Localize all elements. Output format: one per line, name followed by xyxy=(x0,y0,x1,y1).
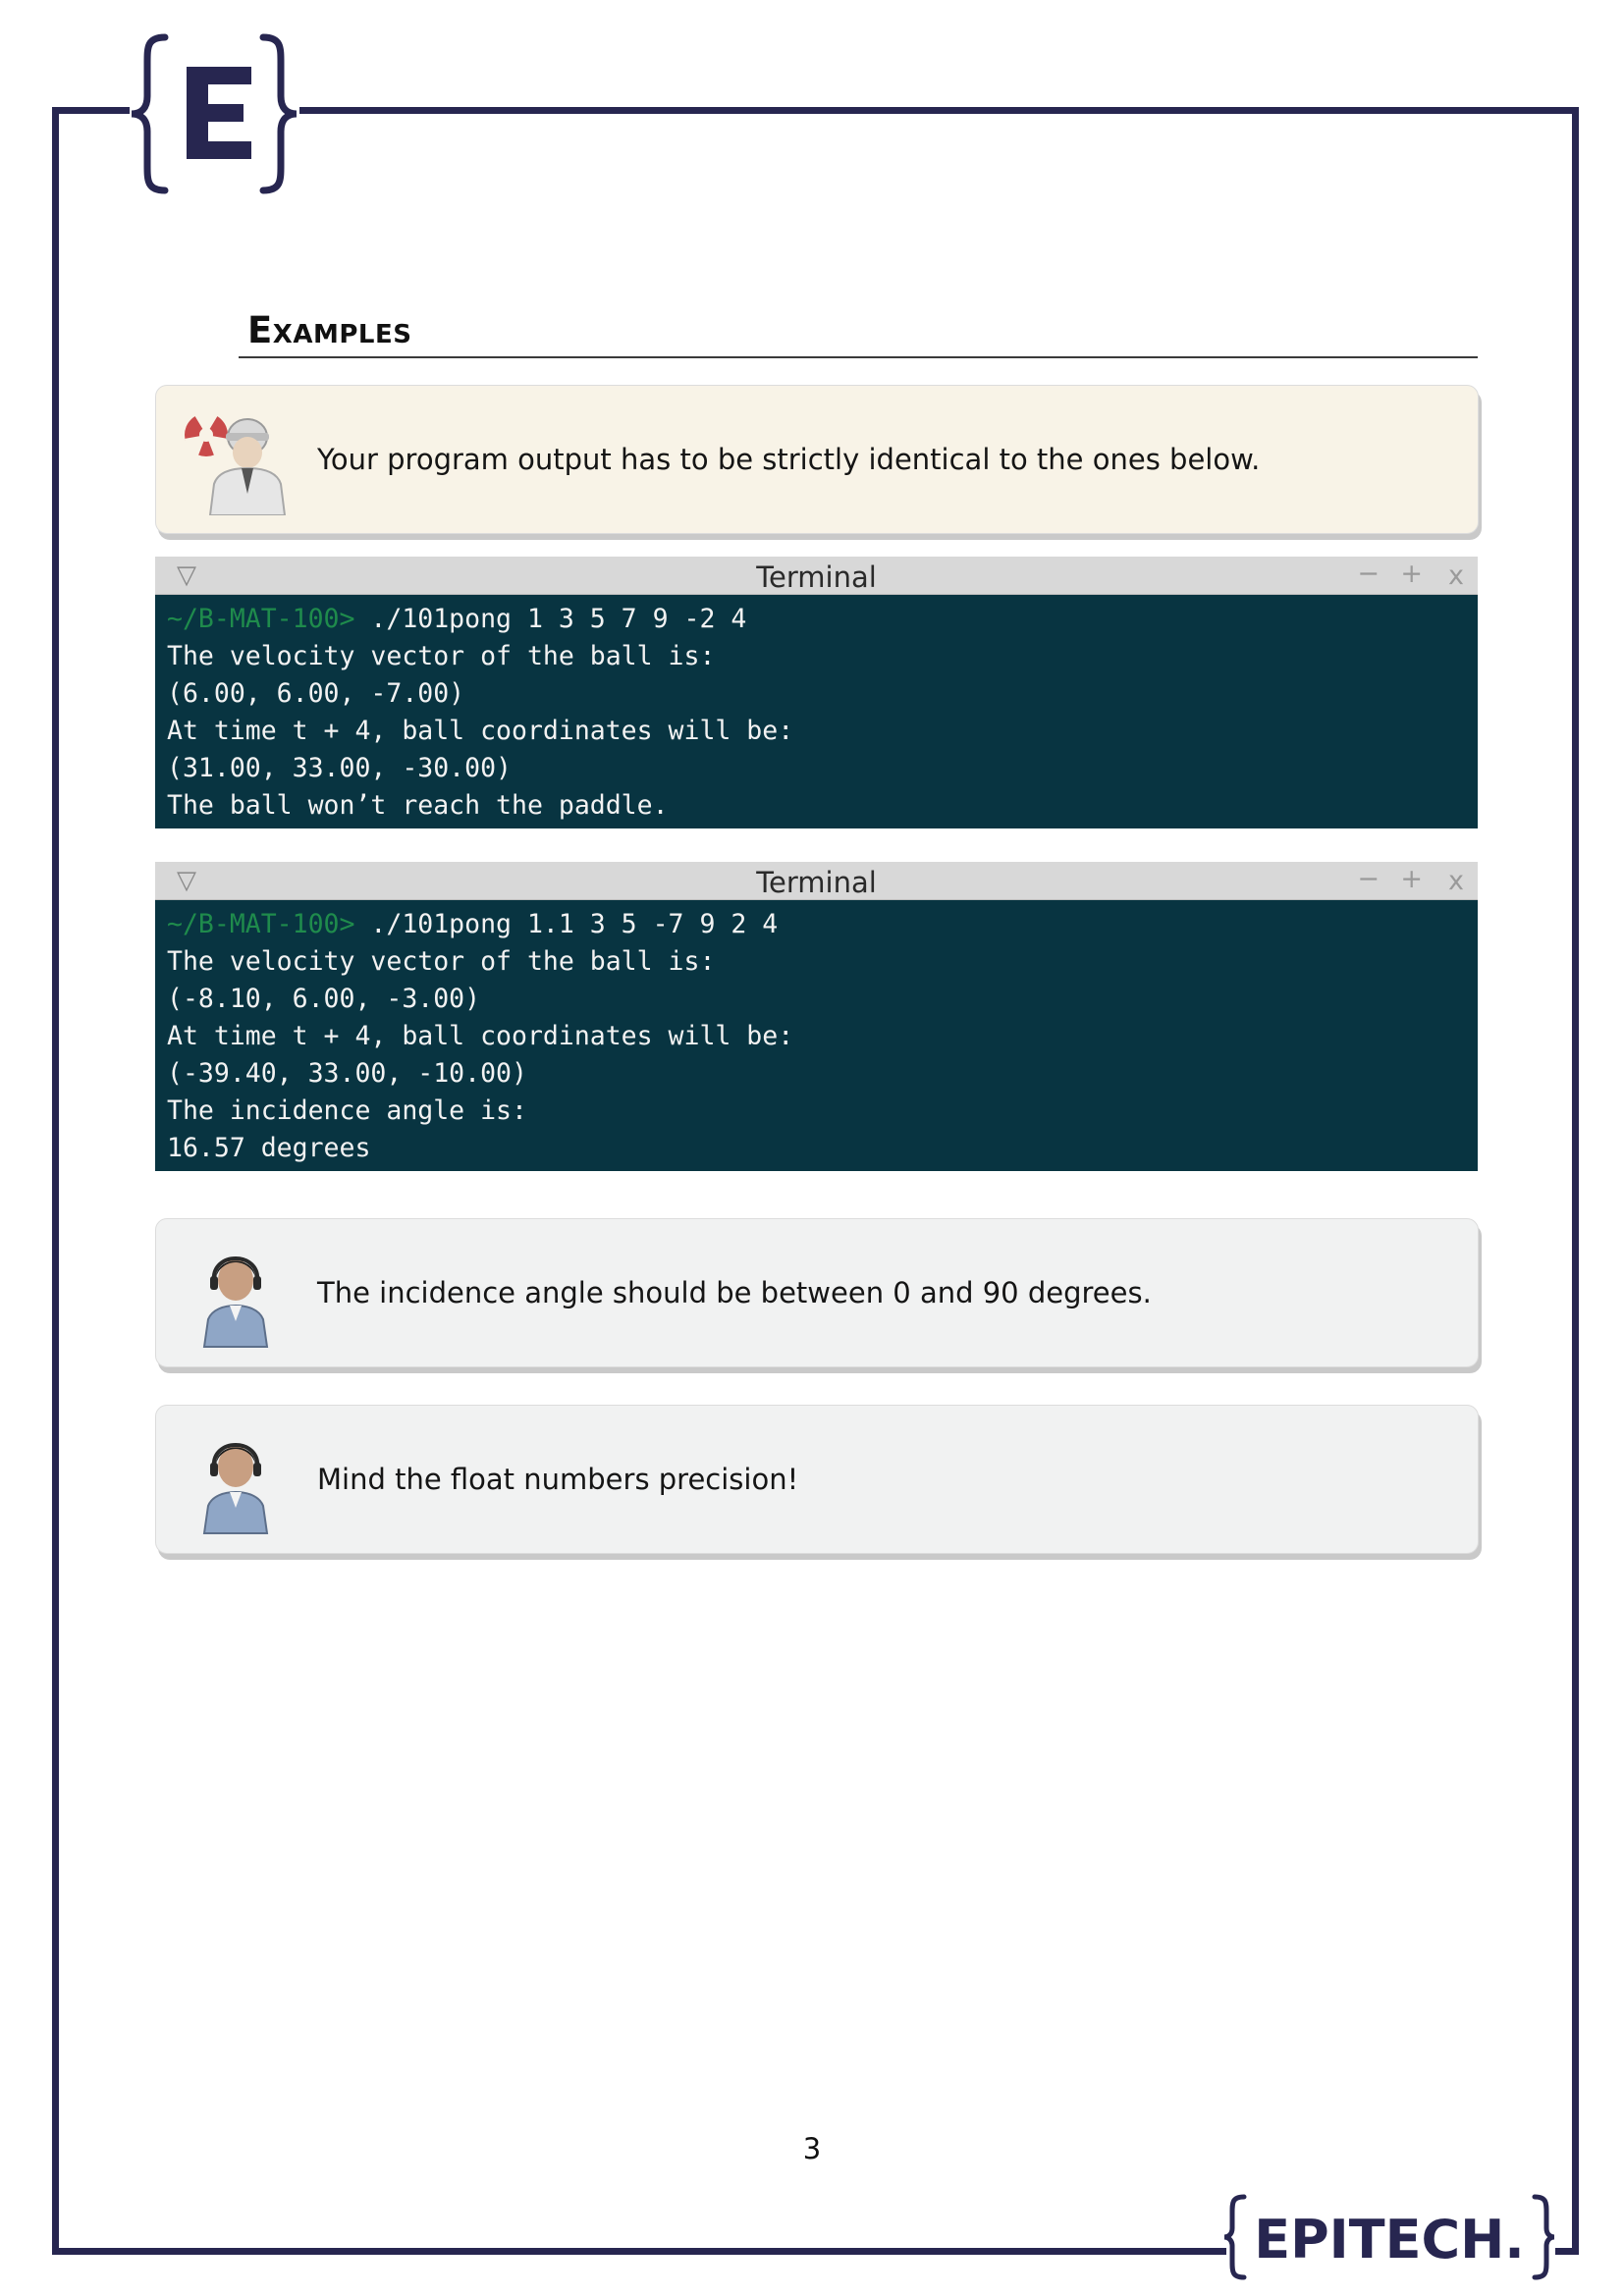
page-frame-top xyxy=(54,107,130,114)
warning-note-text: Your program output has to be strictly i… xyxy=(317,443,1261,476)
command-text: ./101pong 1.1 3 5 -7 9 2 4 xyxy=(354,909,779,939)
command-text: ./101pong 1 3 5 7 9 -2 4 xyxy=(354,604,747,634)
output-line: (-39.40, 33.00, -10.00) xyxy=(167,1058,527,1089)
terminal-title: Terminal xyxy=(756,561,877,594)
epitech-e-logo xyxy=(131,33,298,194)
terminal-title-bar: ▽ Terminal − + x xyxy=(155,557,1478,595)
shell-prompt: ~/B-MAT-100> xyxy=(167,604,355,634)
terminal-body: ~/B-MAT-100> ./101pong 1 3 5 7 9 -2 4 Th… xyxy=(155,595,1478,828)
page-frame-bottom xyxy=(1555,2248,1579,2255)
close-icon[interactable]: x xyxy=(1448,561,1464,591)
support-agent-icon xyxy=(202,1443,269,1534)
terminal-body: ~/B-MAT-100> ./101pong 1.1 3 5 -7 9 2 4 … xyxy=(155,900,1478,1171)
output-line: (6.00, 6.00, -7.00) xyxy=(167,678,465,709)
page-frame-bottom xyxy=(52,2248,1226,2255)
page-frame-right xyxy=(1572,107,1579,2250)
output-line: The incidence angle is: xyxy=(167,1095,527,1126)
terminal-window: ▽ Terminal − + x ~/B-MAT-100> ./101pong … xyxy=(155,862,1478,1171)
output-line: The velocity vector of the ball is: xyxy=(167,946,716,977)
output-line: At time t + 4, ball coordinates will be: xyxy=(167,1021,794,1051)
page-number: 3 xyxy=(802,2132,822,2165)
terminal-title-bar: ▽ Terminal − + x xyxy=(155,862,1478,900)
page-frame-top xyxy=(299,107,1579,114)
section-heading: Examples xyxy=(239,309,1478,358)
info-note-text: The incidence angle should be between 0 … xyxy=(317,1276,1152,1309)
close-icon[interactable]: x xyxy=(1448,866,1464,896)
info-note: Mind the float numbers precision! xyxy=(155,1405,1479,1554)
maximize-icon[interactable]: + xyxy=(1400,559,1423,589)
terminal-window: ▽ Terminal − + x ~/B-MAT-100> ./101pong … xyxy=(155,557,1478,828)
output-line: The ball won’t reach the paddle. xyxy=(167,790,669,821)
minimize-icon[interactable]: − xyxy=(1357,559,1380,589)
output-line: The velocity vector of the ball is: xyxy=(167,641,716,671)
support-agent-icon xyxy=(202,1256,269,1348)
output-line: (31.00, 33.00, -30.00) xyxy=(167,753,512,783)
page-frame-left xyxy=(52,107,59,2253)
output-line: (-8.10, 6.00, -3.00) xyxy=(167,984,481,1014)
terminal-title: Terminal xyxy=(756,866,877,899)
command-line: ~/B-MAT-100> ./101pong 1 3 5 7 9 -2 4 xyxy=(167,601,1466,638)
section-title: Examples xyxy=(247,309,412,351)
radiation-worker-icon xyxy=(185,411,287,515)
command-line: ~/B-MAT-100> ./101pong 1.1 3 5 -7 9 2 4 xyxy=(167,906,1466,943)
info-note: The incidence angle should be between 0 … xyxy=(155,1218,1479,1367)
output-line: At time t + 4, ball coordinates will be: xyxy=(167,716,794,746)
maximize-icon[interactable]: + xyxy=(1400,864,1423,894)
info-note-text: Mind the float numbers precision! xyxy=(317,1463,799,1496)
epitech-logo: EPITECH. xyxy=(1223,2194,1555,2280)
warning-note: Your program output has to be strictly i… xyxy=(155,385,1479,534)
minimize-icon[interactable]: − xyxy=(1357,864,1380,894)
epitech-wordmark: EPITECH. xyxy=(1254,2209,1525,2270)
shell-prompt: ~/B-MAT-100> xyxy=(167,909,355,939)
output-line: 16.57 degrees xyxy=(167,1133,371,1163)
